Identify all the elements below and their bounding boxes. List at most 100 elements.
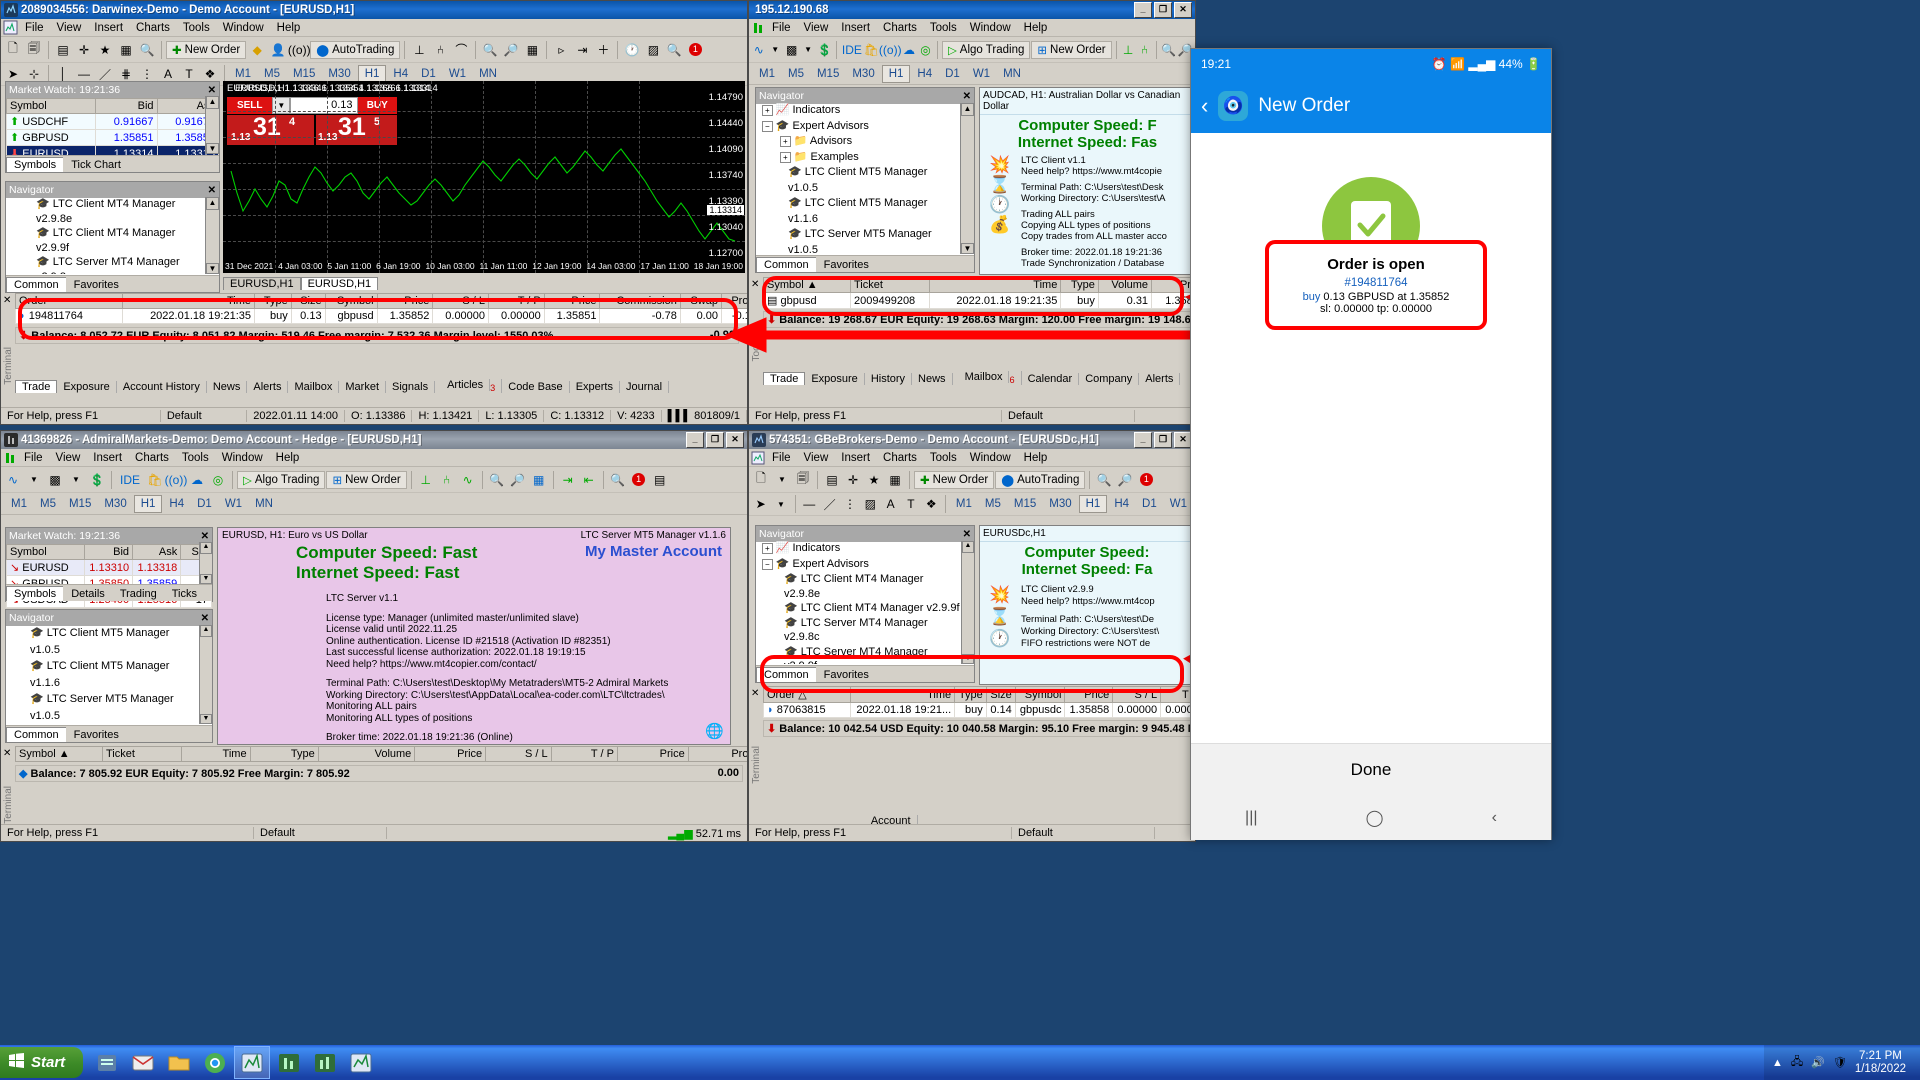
- help-icon[interactable]: ▤: [650, 470, 670, 490]
- notification-badge-icon[interactable]: 1: [629, 470, 649, 490]
- tf-m15[interactable]: M15: [811, 66, 845, 82]
- table-row[interactable]: ◗ 87063815 2022.01.18 19:21... buy 0.14 …: [763, 702, 1195, 718]
- taskbar-item-folder[interactable]: [162, 1047, 196, 1078]
- tf-m5[interactable]: M5: [34, 496, 62, 512]
- menu-tools[interactable]: Tools: [176, 451, 215, 465]
- search-icon[interactable]: 🔍: [664, 40, 684, 60]
- window4-controls[interactable]: _ ❐ ✕: [1134, 432, 1192, 448]
- expert-icon[interactable]: 👤: [268, 40, 288, 60]
- shape-icon[interactable]: ▨: [861, 494, 880, 514]
- scroll-down-icon[interactable]: ▼: [961, 243, 974, 254]
- navigator-scrollbar-3[interactable]: ▲ ▼: [199, 625, 212, 724]
- navigator-panel[interactable]: Navigator ✕ 🎓 LTC Client MT4 Manager v2.…: [5, 181, 220, 293]
- menu-insert[interactable]: Insert: [88, 21, 129, 35]
- grid-icon[interactable]: ▦: [522, 40, 542, 60]
- zoom-in-icon[interactable]: 🔍: [487, 470, 507, 490]
- menu-charts[interactable]: Charts: [129, 451, 175, 465]
- scroll-up-icon[interactable]: ▲: [200, 625, 212, 637]
- terminal-tabs-1[interactable]: Trade Exposure Account History News Aler…: [15, 378, 670, 393]
- tree-item[interactable]: 🎓 LTC Server MT4 Manager v2.9.8c: [758, 616, 960, 645]
- vps-cloud-icon[interactable]: ☁: [187, 470, 207, 490]
- tree-item[interactable]: − 🎓 Expert Advisors: [758, 557, 960, 573]
- taskbar-item-explorer[interactable]: [90, 1047, 124, 1078]
- expand-icon[interactable]: +: [762, 105, 773, 116]
- template-icon[interactable]: ▨: [643, 40, 663, 60]
- money-icon[interactable]: 💲: [817, 40, 832, 60]
- navigator-panel-3[interactable]: Navigator ✕ 🎓 LTC Client MT5 Manager v1.…: [5, 609, 213, 743]
- tab-signals[interactable]: Signals: [386, 381, 436, 393]
- notification-badge-icon[interactable]: 1: [1136, 470, 1156, 490]
- taskbar-clock[interactable]: 7:21 PM 1/18/2022: [1855, 1050, 1912, 1076]
- tf-h1[interactable]: H1: [133, 494, 163, 513]
- close-icon[interactable]: ✕: [3, 748, 11, 759]
- tab-common[interactable]: Common: [756, 257, 817, 272]
- shapes-icon[interactable]: ❖: [922, 494, 941, 514]
- tree-item[interactable]: 🎓 LTC Client MT5 Manager v1.0.5: [758, 165, 959, 196]
- tf-m15[interactable]: M15: [63, 496, 97, 512]
- bar-chart-icon[interactable]: ⊥: [1120, 40, 1135, 60]
- ide-button[interactable]: IDE: [841, 40, 863, 60]
- positions-table-2[interactable]: Symbol ▲ Ticket Time Type Volume Price ▤…: [763, 277, 1195, 309]
- tf-m1[interactable]: M1: [753, 66, 781, 82]
- scroll-up-icon[interactable]: ▲: [200, 542, 212, 554]
- android-phone-overlay[interactable]: 19:21 ⏰ 📶 ▂▄▆ 44% 🔋 ‹ 🧿 New Order Done |…: [1190, 48, 1552, 840]
- tab-favorites[interactable]: Favorites: [65, 277, 127, 292]
- terminal-tabs-2[interactable]: Trade Exposure History News Mailbox 6 Cal…: [763, 370, 1195, 385]
- zoom-in-icon[interactable]: 🔍: [1161, 40, 1176, 60]
- autotrading-button[interactable]: ⬤ AutoTrading: [995, 470, 1086, 489]
- tab-market[interactable]: Market: [339, 381, 387, 393]
- tf-m30[interactable]: M30: [322, 66, 356, 82]
- menu-charts[interactable]: Charts: [877, 21, 923, 35]
- tab-symbols[interactable]: Symbols: [6, 157, 65, 172]
- chevron-down-icon[interactable]: ▼: [800, 40, 815, 60]
- tf-d1[interactable]: D1: [191, 496, 218, 512]
- algo-trading-button[interactable]: ▷ Algo Trading: [237, 470, 326, 489]
- tf-mn[interactable]: MN: [997, 66, 1027, 82]
- profiles-icon[interactable]: 🗐: [793, 470, 813, 490]
- chevron-down-icon[interactable]: ▼: [772, 470, 792, 490]
- price-chart-1[interactable]: EURUSD,H1 1.13346 1.13354 1.13266 1.1331…: [223, 81, 745, 273]
- terminal-panel-2[interactable]: ✕ Symbol ▲ Ticket Time Type Volume Price…: [749, 277, 1195, 387]
- fibonacci-icon[interactable]: ⋮: [840, 494, 859, 514]
- zoom-in-icon[interactable]: 🔍: [480, 40, 500, 60]
- candlestick-icon[interactable]: ⑃: [437, 470, 457, 490]
- tf-w1[interactable]: W1: [967, 66, 996, 82]
- tf-h4[interactable]: H4: [163, 496, 190, 512]
- market-watch-icon[interactable]: ▤: [53, 40, 73, 60]
- tab-mailbox[interactable]: Mailbox6: [953, 370, 1022, 385]
- tf-h4[interactable]: H4: [911, 66, 938, 82]
- list-item[interactable]: 🎓 LTC Server MT4 Manager v2.9.8c: [8, 255, 204, 274]
- data-window-icon[interactable]: ✛: [843, 470, 863, 490]
- window-admiralmarkets-mt5[interactable]: 41369826 - AdmiralMarkets-Demo: Demo Acc…: [0, 430, 748, 842]
- connect-icon[interactable]: ◎: [918, 40, 933, 60]
- terminal-icon[interactable]: ▦: [885, 470, 905, 490]
- strategy-tester-icon[interactable]: 🔍: [137, 40, 157, 60]
- tf-d1[interactable]: D1: [939, 66, 966, 82]
- market-watch-panel-3[interactable]: Market Watch: 19:21:36 ✕ Symbol Bid Ask …: [5, 527, 213, 608]
- grid-icon[interactable]: ▦: [529, 470, 549, 490]
- window2-toolbar[interactable]: ∿ ▼ ▩ ▼ 💲 IDE 🛍 ((o)) ☁ ◎ ▷ Algo Trading…: [749, 37, 1195, 63]
- menu-insert[interactable]: Insert: [87, 451, 128, 465]
- navigator-tabs-3[interactable]: Common Favorites: [6, 725, 212, 742]
- tf-m1[interactable]: M1: [950, 496, 978, 512]
- window-gbebrokers-mt4[interactable]: 574351: GBeBrokers-Demo - Demo Account -…: [748, 430, 1196, 842]
- table-row[interactable]: ⬆ USDCHF 0.91667 0.91673: [5, 113, 220, 130]
- menu-window[interactable]: Window: [964, 21, 1017, 35]
- tree-item[interactable]: 🎓 LTC Client MT5 Manager v1.1.6: [758, 196, 959, 227]
- search-icon[interactable]: 🔍: [608, 470, 628, 490]
- navigator-tabs-4[interactable]: Common Favorites: [756, 665, 974, 682]
- scroll-down-icon[interactable]: ▼: [962, 654, 974, 664]
- phone-navbar[interactable]: ||| ◯ ‹: [1191, 796, 1551, 840]
- navigator-panel-2[interactable]: Navigator ✕ + 📈 Indicators − 🎓 Expert Ad…: [755, 87, 975, 273]
- tab-common[interactable]: Common: [756, 667, 817, 682]
- data-window-icon[interactable]: ✛: [74, 40, 94, 60]
- menu-file[interactable]: File: [19, 21, 50, 35]
- window-darwinex-mt4[interactable]: 2089034556: Darwinex-Demo - Demo Account…: [0, 0, 748, 425]
- shift-right-icon[interactable]: ⇥: [558, 470, 578, 490]
- close-icon[interactable]: ✕: [751, 688, 759, 699]
- menu-help[interactable]: Help: [1018, 21, 1054, 35]
- chart-type-icon[interactable]: ▩: [784, 40, 799, 60]
- tab-calendar[interactable]: Calendar: [1022, 373, 1080, 385]
- market-bag-icon[interactable]: 🛍: [864, 40, 879, 60]
- chevron-down-icon[interactable]: ▼: [24, 470, 44, 490]
